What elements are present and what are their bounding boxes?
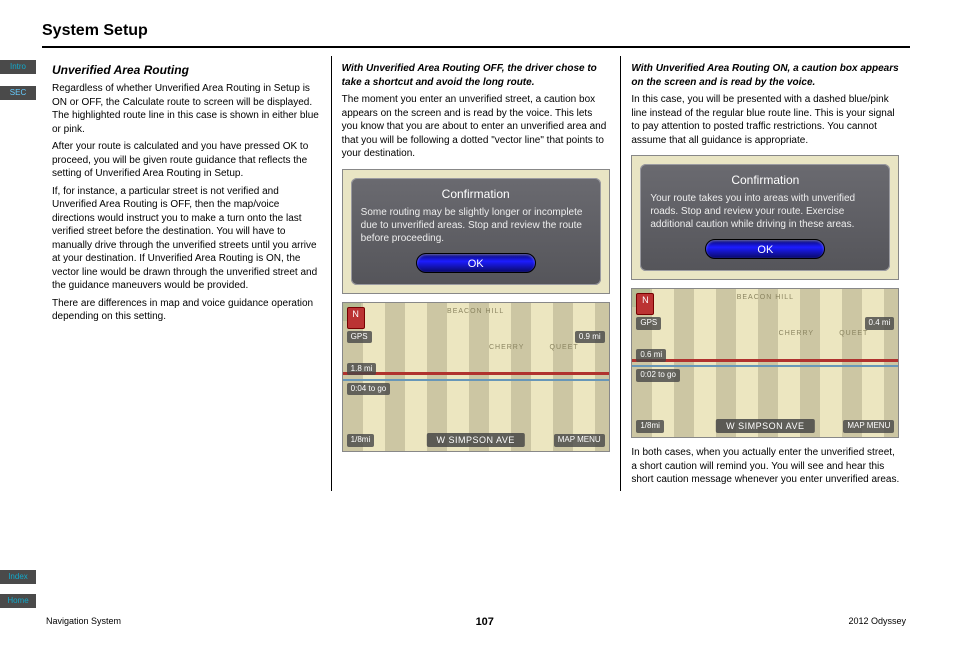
tab-intro[interactable]: Intro (0, 60, 36, 74)
map-area-queet: QUEET (550, 343, 579, 352)
street-label: W SIMPSON AVE (426, 433, 524, 447)
compass-icon-2: N (636, 293, 654, 315)
tab-sec[interactable]: SEC (0, 86, 36, 100)
page-footer: Navigation System 107 2012 Odyssey (42, 616, 910, 628)
col1-p1: Regardless of whether Unverified Area Ro… (52, 82, 321, 136)
confirmation-dialog-on: Confirmation Your route takes you into a… (640, 164, 890, 271)
page-body: System Setup Unverified Area Routing Reg… (42, 20, 910, 630)
col2-p1: The moment you enter an unverified stree… (342, 93, 611, 161)
time-to-go-badge: 0:04 to go (347, 383, 391, 396)
ok-button-on[interactable]: OK (705, 239, 825, 259)
gps-badge-2: GPS (636, 317, 661, 330)
street-label-2: W SIMPSON AVE (716, 419, 814, 433)
heading-unverified: Unverified Area Routing (52, 62, 321, 78)
distance-badge: 1.8 mi (347, 363, 377, 376)
col1-p2: After your route is calculated and you h… (52, 140, 321, 181)
confirmation-title-on: Confirmation (650, 172, 880, 188)
col-2: With Unverified Area Routing OFF, the dr… (332, 56, 622, 491)
section-title: System Setup (42, 20, 910, 44)
confirmation-dialog-off: Confirmation Some routing may be slightl… (351, 178, 601, 285)
figure-map-off: N GPS 1.8 mi 0:04 to go 1/8mi 0.9 mi MAP… (342, 302, 610, 452)
map-top-label: BEACON HILL (447, 307, 504, 316)
figure-map-on: N GPS 0.6 mi 0:02 to go 1/8mi 0.4 mi MAP… (631, 288, 899, 438)
confirmation-body-on: Your route takes you into areas with unv… (650, 192, 880, 231)
gps-badge: GPS (347, 331, 372, 344)
map-area-cherry-2: CHERRY (779, 329, 814, 338)
distance-badge-2: 0.6 mi (636, 349, 666, 362)
next-distance-badge: 0.9 mi (575, 331, 605, 344)
footer-right: 2012 Odyssey (848, 616, 906, 628)
scale-badge-2: 1/8mi (636, 420, 664, 433)
col-3: With Unverified Area Routing ON, a cauti… (621, 56, 910, 491)
col2-lead: With Unverified Area Routing OFF, the dr… (342, 62, 611, 89)
tab-home[interactable]: Home (0, 594, 36, 608)
time-to-go-badge-2: 0:02 to go (636, 369, 680, 382)
figure-confirmation-on: Confirmation Your route takes you into a… (631, 155, 899, 280)
rule (42, 46, 910, 48)
tab-index[interactable]: Index (0, 570, 36, 584)
map-area-queet-2: QUEET (839, 329, 868, 338)
footer-left: Navigation System (46, 616, 121, 628)
sidebar: Intro SEC Index Home (0, 0, 36, 650)
col3-lead: With Unverified Area Routing ON, a cauti… (631, 62, 900, 89)
compass-icon: N (347, 307, 365, 329)
confirmation-body: Some routing may be slightly longer or i… (361, 206, 591, 245)
figure-confirmation-off: Confirmation Some routing may be slightl… (342, 169, 610, 294)
map-area-cherry: CHERRY (489, 343, 524, 352)
columns: Unverified Area Routing Regardless of wh… (42, 56, 910, 491)
map-menu-button[interactable]: MAP MENU (554, 434, 605, 447)
col3-p2: In both cases, when you actually enter t… (631, 446, 900, 487)
confirmation-title: Confirmation (361, 186, 591, 202)
map-top-label-2: BEACON HILL (737, 293, 794, 302)
next-distance-badge-2: 0.4 mi (865, 317, 895, 330)
ok-button[interactable]: OK (416, 253, 536, 273)
col1-p4: There are differences in map and voice g… (52, 297, 321, 324)
scale-badge: 1/8mi (347, 434, 375, 447)
map-menu-button-2[interactable]: MAP MENU (843, 420, 894, 433)
col1-p3: If, for instance, a particular street is… (52, 185, 321, 293)
page-number: 107 (476, 616, 494, 628)
col3-p1: In this case, you will be presented with… (631, 93, 900, 147)
col-1: Unverified Area Routing Regardless of wh… (42, 56, 332, 491)
